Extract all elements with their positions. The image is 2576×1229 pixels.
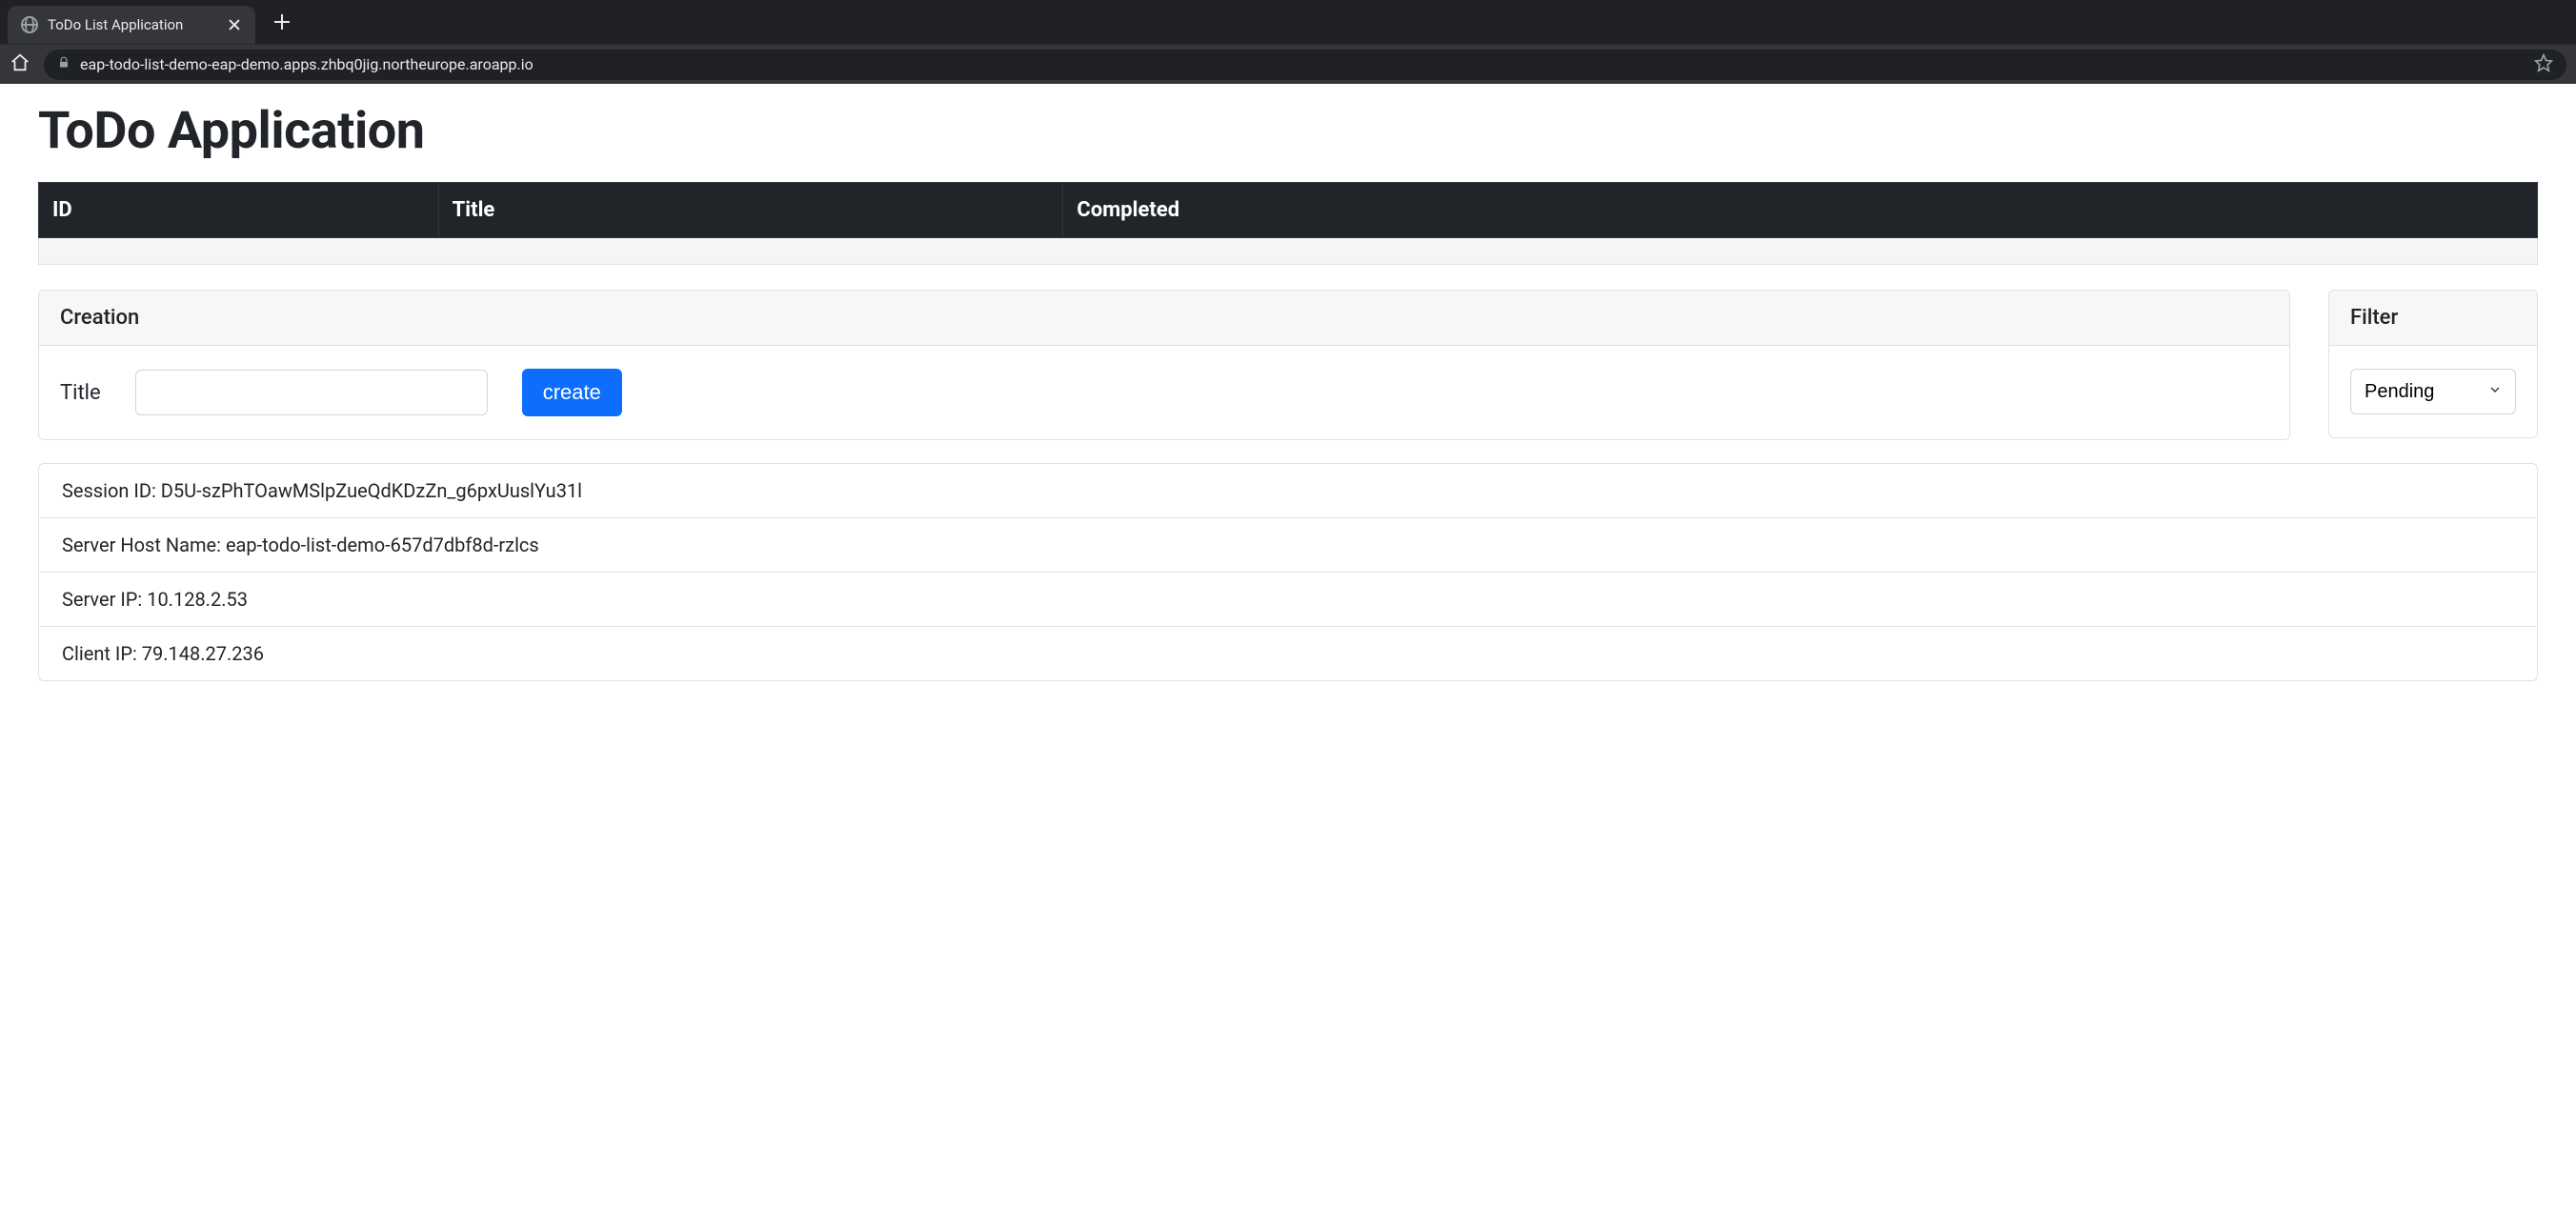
- browser-chrome: ToDo List Application eap-todo-list-demo…: [0, 0, 2576, 84]
- column-header-id: ID: [39, 183, 439, 238]
- client-ip-value: 79.148.27.236: [142, 642, 264, 665]
- info-session: Session ID: D5U-szPhTOawMSlpZueQdKDzZn_g…: [39, 464, 2537, 518]
- column-header-completed: Completed: [1063, 183, 2538, 238]
- tab-strip: ToDo List Application: [0, 0, 2576, 44]
- info-list: Session ID: D5U-szPhTOawMSlpZueQdKDzZn_g…: [38, 463, 2538, 681]
- filter-select[interactable]: Pending: [2350, 369, 2516, 414]
- url-text: eap-todo-list-demo-eap-demo.apps.zhbq0ji…: [80, 55, 2525, 73]
- title-label: Title: [60, 381, 101, 405]
- browser-tab[interactable]: ToDo List Application: [8, 6, 255, 44]
- column-header-title: Title: [438, 183, 1063, 238]
- server-host-label: Server Host Name:: [62, 534, 226, 556]
- close-icon[interactable]: [227, 17, 242, 32]
- server-ip-label: Server IP:: [62, 588, 147, 611]
- info-server-host: Server Host Name: eap-todo-list-demo-657…: [39, 518, 2537, 573]
- server-ip-value: 10.128.2.53: [147, 588, 248, 611]
- tab-title: ToDo List Application: [48, 16, 217, 33]
- home-icon[interactable]: [10, 52, 30, 77]
- address-bar[interactable]: eap-todo-list-demo-eap-demo.apps.zhbq0ji…: [44, 50, 2566, 80]
- create-button[interactable]: create: [522, 369, 622, 416]
- session-value: D5U-szPhTOawMSlpZueQdKDzZn_g6pxUuslYu31l: [161, 479, 582, 502]
- page-title: ToDo Application: [38, 101, 2538, 161]
- info-client-ip: Client IP: 79.148.27.236: [39, 627, 2537, 680]
- page-content: ToDo Application ID Title Completed Crea…: [0, 101, 2576, 719]
- table-empty-row: [39, 238, 2538, 265]
- todo-table: ID Title Completed: [38, 182, 2538, 265]
- lock-icon: [57, 55, 70, 73]
- creation-body: Title create: [39, 346, 2289, 439]
- client-ip-label: Client IP:: [62, 642, 142, 665]
- table-header-row: ID Title Completed: [39, 183, 2538, 238]
- filter-body: Pending: [2329, 346, 2537, 437]
- bookmark-star-icon[interactable]: [2534, 53, 2553, 76]
- title-input[interactable]: [135, 370, 488, 415]
- creation-header: Creation: [39, 291, 2289, 346]
- server-host-value: eap-todo-list-demo-657d7dbf8d-rzlcs: [226, 534, 539, 556]
- toolbar: eap-todo-list-demo-eap-demo.apps.zhbq0ji…: [0, 44, 2576, 84]
- filter-card: Filter Pending: [2328, 290, 2538, 438]
- panels-row: Creation Title create Filter Pending: [38, 290, 2538, 440]
- new-tab-button[interactable]: [269, 9, 295, 35]
- info-server-ip: Server IP: 10.128.2.53: [39, 573, 2537, 627]
- creation-card: Creation Title create: [38, 290, 2290, 440]
- filter-select-wrap: Pending: [2350, 369, 2516, 414]
- session-label: Session ID:: [62, 479, 161, 502]
- filter-header: Filter: [2329, 291, 2537, 346]
- globe-icon: [21, 16, 38, 33]
